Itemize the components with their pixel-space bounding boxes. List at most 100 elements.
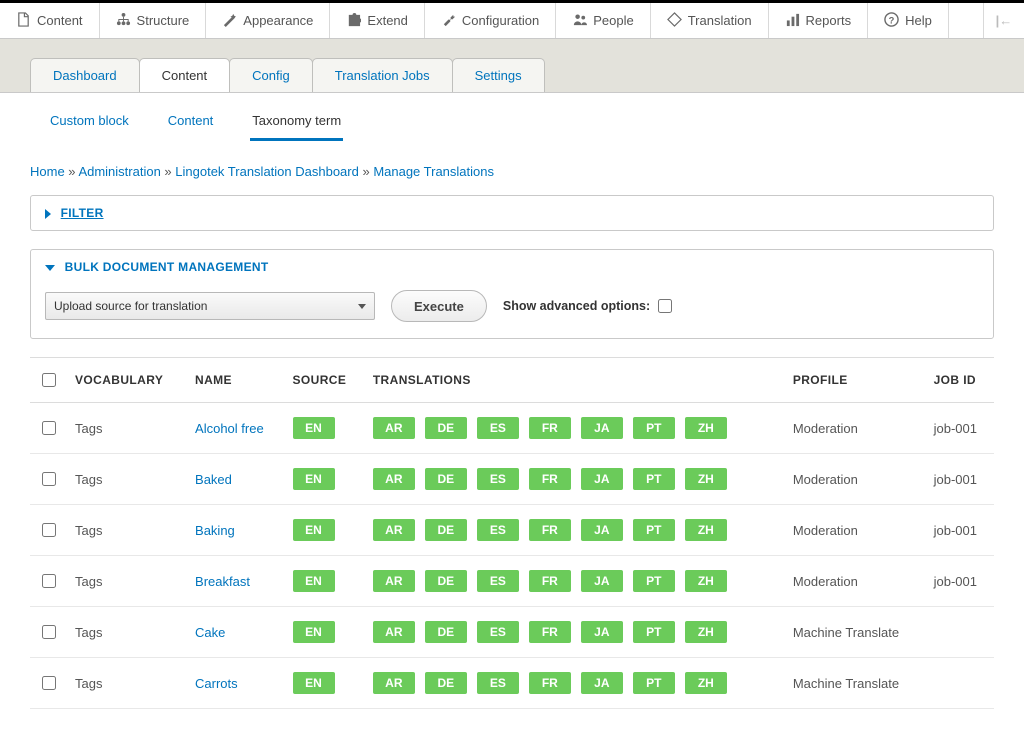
- cell-vocabulary: Tags: [67, 505, 187, 556]
- source-lang-badge[interactable]: EN: [293, 417, 335, 439]
- tab-content[interactable]: Content: [139, 58, 231, 92]
- admin-menu-extend[interactable]: Extend: [330, 3, 424, 38]
- translation-lang-badge[interactable]: JA: [581, 468, 623, 490]
- admin-menu-structure[interactable]: Structure: [100, 3, 207, 38]
- cell-vocabulary: Tags: [67, 658, 187, 709]
- translation-lang-badge[interactable]: ZH: [685, 519, 727, 541]
- breadcrumb-link[interactable]: Administration: [78, 164, 160, 179]
- admin-menu-help[interactable]: ?Help: [868, 3, 949, 38]
- source-lang-badge[interactable]: EN: [293, 672, 335, 694]
- term-link[interactable]: Breakfast: [195, 574, 250, 589]
- admin-menu-translation[interactable]: Translation: [651, 3, 769, 38]
- translation-lang-badge[interactable]: PT: [633, 570, 675, 592]
- translation-lang-badge[interactable]: AR: [373, 570, 415, 592]
- translation-lang-badge[interactable]: ES: [477, 570, 519, 592]
- translation-lang-badge[interactable]: PT: [633, 468, 675, 490]
- breadcrumb-link[interactable]: Manage Translations: [373, 164, 494, 179]
- admin-menu-content[interactable]: Content: [0, 3, 100, 38]
- source-lang-badge[interactable]: EN: [293, 570, 335, 592]
- term-link[interactable]: Cake: [195, 625, 225, 640]
- translation-lang-badge[interactable]: ES: [477, 672, 519, 694]
- translation-lang-badge[interactable]: ES: [477, 621, 519, 643]
- translation-lang-badge[interactable]: PT: [633, 417, 675, 439]
- translation-lang-badge[interactable]: FR: [529, 417, 571, 439]
- select-all-checkbox[interactable]: [42, 373, 56, 387]
- table-row: TagsAlcohol freeENARDEESFRJAPTZHModerati…: [30, 403, 994, 454]
- translation-lang-badge[interactable]: AR: [373, 417, 415, 439]
- row-checkbox[interactable]: [42, 625, 56, 639]
- table-row: TagsCakeENARDEESFRJAPTZHMachine Translat…: [30, 607, 994, 658]
- translation-lang-badge[interactable]: ZH: [685, 468, 727, 490]
- filter-panel[interactable]: FILTER: [30, 195, 994, 231]
- row-checkbox[interactable]: [42, 421, 56, 435]
- term-link[interactable]: Carrots: [195, 676, 238, 691]
- translation-lang-badge[interactable]: AR: [373, 672, 415, 694]
- translation-lang-badge[interactable]: ZH: [685, 621, 727, 643]
- bulk-action-select[interactable]: Upload source for translation: [45, 292, 375, 320]
- subtab-custom-block[interactable]: Custom block: [48, 107, 131, 141]
- subtab-content[interactable]: Content: [166, 107, 216, 141]
- filter-panel-title: FILTER: [61, 206, 104, 220]
- execute-button[interactable]: Execute: [391, 290, 487, 322]
- source-lang-badge[interactable]: EN: [293, 621, 335, 643]
- advanced-options-checkbox[interactable]: [658, 299, 672, 313]
- cell-name: Cake: [187, 607, 284, 658]
- tab-config[interactable]: Config: [229, 58, 313, 92]
- source-lang-badge[interactable]: EN: [293, 468, 335, 490]
- wrench-icon: [441, 12, 456, 30]
- translation-lang-badge[interactable]: ZH: [685, 570, 727, 592]
- row-checkbox[interactable]: [42, 574, 56, 588]
- translation-lang-badge[interactable]: PT: [633, 519, 675, 541]
- translation-lang-badge[interactable]: PT: [633, 672, 675, 694]
- translation-lang-badge[interactable]: DE: [425, 417, 467, 439]
- translation-lang-badge[interactable]: JA: [581, 672, 623, 694]
- translation-lang-badge[interactable]: DE: [425, 468, 467, 490]
- admin-menu-people[interactable]: People: [556, 3, 650, 38]
- translation-lang-badge[interactable]: DE: [425, 570, 467, 592]
- term-link[interactable]: Baked: [195, 472, 232, 487]
- translation-lang-badge[interactable]: DE: [425, 519, 467, 541]
- translation-lang-badge[interactable]: FR: [529, 672, 571, 694]
- translation-lang-badge[interactable]: JA: [581, 621, 623, 643]
- admin-menu-configuration[interactable]: Configuration: [425, 3, 556, 38]
- translation-lang-badge[interactable]: FR: [529, 570, 571, 592]
- translation-lang-badge[interactable]: DE: [425, 621, 467, 643]
- translation-lang-badge[interactable]: JA: [581, 570, 623, 592]
- admin-menu-label: Configuration: [462, 13, 539, 28]
- back-arrow-button[interactable]: |←: [984, 3, 1024, 38]
- translation-lang-badge[interactable]: ES: [477, 468, 519, 490]
- translation-lang-badge[interactable]: PT: [633, 621, 675, 643]
- bulk-panel-header[interactable]: BULK DOCUMENT MANAGEMENT: [31, 250, 993, 284]
- translation-lang-badge[interactable]: ES: [477, 417, 519, 439]
- tab-settings[interactable]: Settings: [452, 58, 545, 92]
- row-checkbox[interactable]: [42, 523, 56, 537]
- translation-lang-badge[interactable]: AR: [373, 621, 415, 643]
- tab-dashboard[interactable]: Dashboard: [30, 58, 140, 92]
- source-lang-badge[interactable]: EN: [293, 519, 335, 541]
- translation-lang-badge[interactable]: ZH: [685, 417, 727, 439]
- translation-lang-badge[interactable]: JA: [581, 417, 623, 439]
- translation-lang-badge[interactable]: JA: [581, 519, 623, 541]
- term-link[interactable]: Alcohol free: [195, 421, 264, 436]
- translation-lang-badge[interactable]: DE: [425, 672, 467, 694]
- translation-lang-badge[interactable]: AR: [373, 519, 415, 541]
- breadcrumb-link[interactable]: Home: [30, 164, 65, 179]
- tab-translation-jobs[interactable]: Translation Jobs: [312, 58, 453, 92]
- admin-menu-reports[interactable]: Reports: [769, 3, 869, 38]
- translation-lang-badge[interactable]: FR: [529, 468, 571, 490]
- translation-lang-badge[interactable]: ZH: [685, 672, 727, 694]
- admin-menu-appearance[interactable]: Appearance: [206, 3, 330, 38]
- breadcrumb-link[interactable]: Lingotek Translation Dashboard: [175, 164, 359, 179]
- translation-lang-badge[interactable]: ES: [477, 519, 519, 541]
- cell-source: EN: [285, 556, 365, 607]
- subtab-taxonomy-term[interactable]: Taxonomy term: [250, 107, 343, 141]
- translation-lang-badge[interactable]: AR: [373, 468, 415, 490]
- cell-source: EN: [285, 403, 365, 454]
- row-checkbox[interactable]: [42, 472, 56, 486]
- translation-lang-badge[interactable]: FR: [529, 621, 571, 643]
- cell-name: Baking: [187, 505, 284, 556]
- cell-profile: Moderation: [785, 556, 926, 607]
- row-checkbox[interactable]: [42, 676, 56, 690]
- translation-lang-badge[interactable]: FR: [529, 519, 571, 541]
- term-link[interactable]: Baking: [195, 523, 235, 538]
